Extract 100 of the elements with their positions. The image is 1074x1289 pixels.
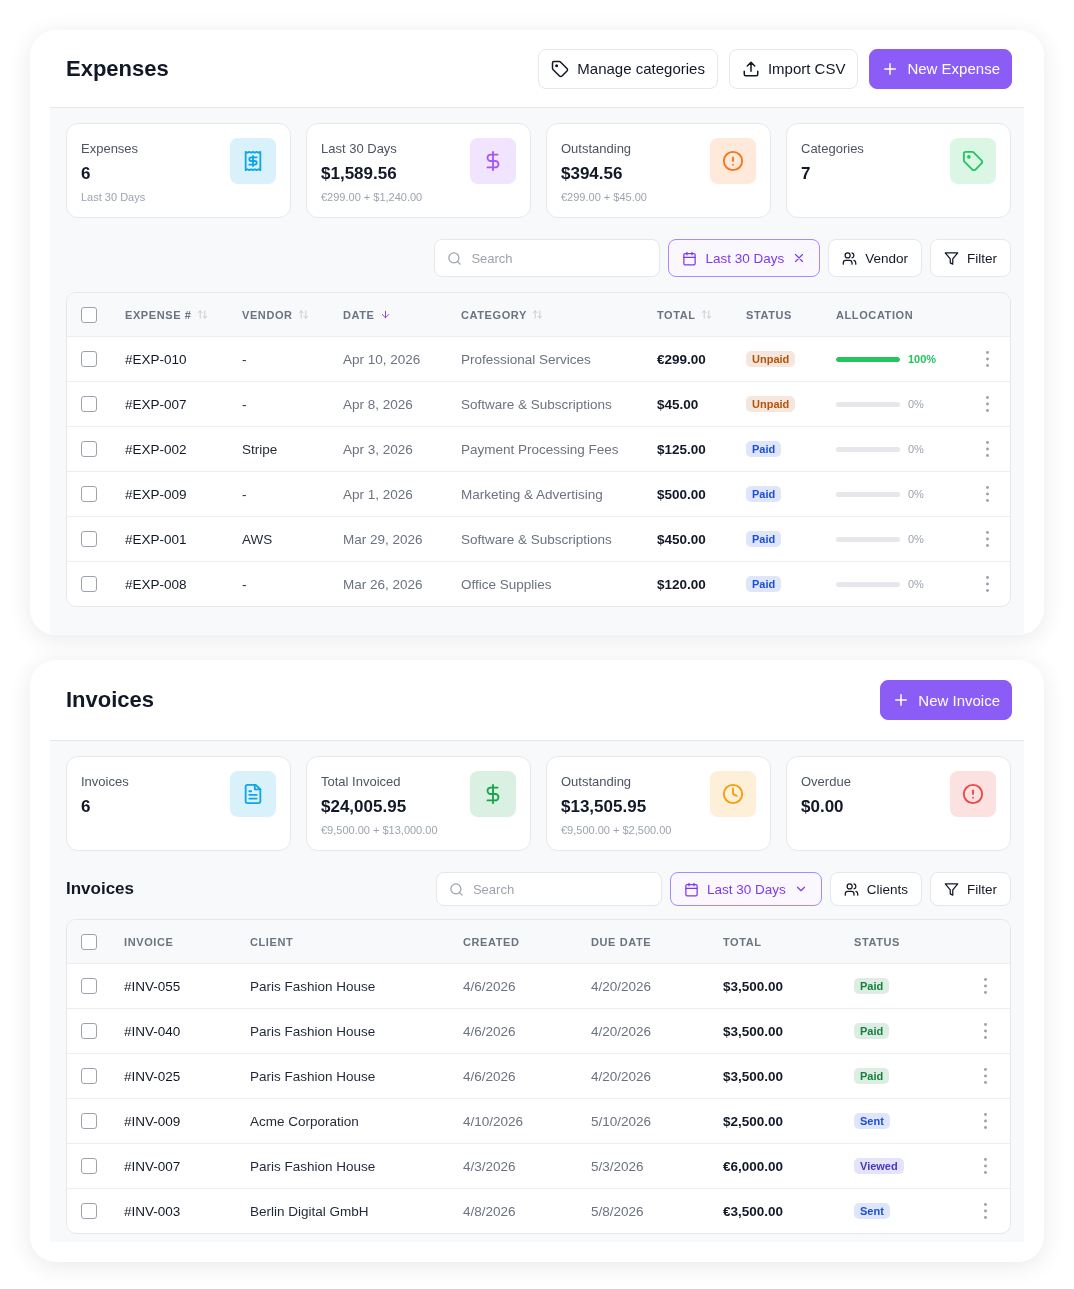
table-cell: #EXP-001 (125, 531, 187, 547)
table-cell: #EXP-002 (125, 441, 187, 457)
stat-label: Expenses (81, 141, 140, 156)
more-button[interactable] (984, 1158, 987, 1174)
primary-button[interactable]: New Expense (869, 48, 1012, 89)
more-icon (984, 978, 987, 994)
table-cell: Mar 29, 2026 (343, 531, 423, 547)
status-badge: Paid (854, 1023, 890, 1039)
table-cell: AWS (242, 531, 273, 547)
calendar-icon (683, 881, 699, 897)
checkbox[interactable] (81, 576, 97, 592)
table-cell: Payment Processing Fees (461, 441, 619, 457)
table-cell: 4/6/2026 (463, 1023, 516, 1039)
column-header: INVOICE (124, 935, 174, 948)
table-cell: Professional Services (461, 351, 591, 367)
more-button[interactable] (984, 978, 987, 994)
users-icon (842, 250, 858, 266)
checkbox[interactable] (81, 1158, 97, 1174)
checkbox[interactable] (81, 933, 97, 950)
outline-button[interactable]: Manage categories (538, 48, 718, 89)
checkbox[interactable] (81, 1113, 97, 1129)
table-cell: 4/6/2026 (463, 978, 516, 994)
column-header[interactable]: DATE (343, 308, 375, 321)
column-header[interactable]: TOTAL (657, 308, 696, 321)
column-header: STATUS (746, 308, 792, 321)
more-button[interactable] (984, 1203, 987, 1219)
stat-label: Outstanding (561, 774, 633, 789)
percent-label: 100% (908, 353, 937, 365)
table-cell: Apr 1, 2026 (343, 486, 413, 502)
table-cell: 4/20/2026 (591, 1023, 652, 1039)
filter-button[interactable]: Last 30 Days (669, 872, 822, 906)
column-header[interactable]: CATEGORY (461, 308, 527, 321)
stat-label: Categories (801, 141, 864, 156)
stat-value: $24,005.95 (321, 797, 408, 817)
filter-button[interactable]: Vendor (828, 239, 922, 277)
more-button[interactable] (984, 1113, 987, 1129)
checkbox[interactable] (81, 531, 97, 547)
page-title: Expenses (66, 55, 169, 82)
table-cell: 5/8/2026 (591, 1203, 644, 1219)
table-cell: Office Supplies (461, 576, 552, 592)
table-cell: #INV-040 (124, 1023, 181, 1039)
more-button[interactable] (985, 351, 989, 367)
table-cell: 5/10/2026 (591, 1113, 652, 1129)
column-header[interactable]: EXPENSE # (125, 308, 192, 321)
checkbox[interactable] (81, 396, 97, 412)
table-cell: #INV-003 (124, 1203, 181, 1219)
checkbox[interactable] (81, 486, 97, 502)
stat-value: 6 (81, 164, 92, 184)
checkbox[interactable] (81, 978, 97, 994)
status-badge: Paid (854, 1068, 890, 1084)
table-cell: Software & Subscriptions (461, 396, 612, 412)
more-icon (985, 396, 989, 412)
table-cell: Marketing & Advertising (461, 486, 603, 502)
checkbox[interactable] (81, 1203, 97, 1219)
more-icon (984, 1113, 987, 1129)
checkbox[interactable] (81, 351, 97, 367)
table-cell: #INV-025 (124, 1068, 181, 1084)
more-icon (985, 576, 989, 592)
checkbox[interactable] (81, 1068, 97, 1084)
more-button[interactable] (985, 486, 989, 502)
table-cell: $120.00 (657, 576, 706, 592)
more-button[interactable] (985, 396, 989, 412)
column-header: TOTAL (723, 935, 762, 948)
outline-button[interactable]: Import CSV (728, 48, 859, 89)
table-cell: Paris Fashion House (250, 978, 376, 994)
more-button[interactable] (984, 1023, 987, 1039)
percent-label: 0% (908, 533, 924, 545)
column-header[interactable]: VENDOR (242, 308, 293, 321)
checkbox[interactable] (81, 1023, 97, 1039)
table-cell: #EXP-008 (125, 576, 187, 592)
table-cell: Apr 10, 2026 (343, 351, 421, 367)
stat-note: €9,500.00 + $2,500.00 (561, 824, 672, 836)
filter-button[interactable]: Last 30 Days (668, 239, 821, 277)
table-cell: - (242, 486, 247, 502)
more-button[interactable] (985, 576, 989, 592)
table-cell: 4/6/2026 (463, 1068, 516, 1084)
primary-button[interactable]: New Invoice (880, 680, 1012, 720)
stat-label: Invoices (81, 774, 129, 789)
filter-icon (944, 881, 959, 897)
table-cell: Berlin Digital GmbH (250, 1203, 369, 1219)
search-field[interactable]: Search (435, 872, 662, 906)
more-button[interactable] (984, 1068, 987, 1084)
filter-button[interactable]: Filter (930, 239, 1011, 277)
page-title: Invoices (66, 687, 155, 713)
filter-button[interactable]: Clients (829, 872, 922, 906)
column-header: CREATED (463, 935, 520, 948)
more-button[interactable] (985, 531, 989, 547)
filter-button[interactable]: Filter (930, 872, 1011, 906)
stat-value: $13,505.95 (561, 797, 648, 817)
status-badge: Viewed (854, 1158, 904, 1174)
stat-note: €9,500.00 + $13,000.00 (321, 824, 438, 836)
search-field[interactable]: Search (434, 239, 661, 277)
checkbox[interactable] (81, 441, 97, 457)
table-cell: #EXP-009 (125, 486, 187, 502)
table-cell: Paris Fashion House (250, 1158, 376, 1174)
table-cell: 4/20/2026 (591, 978, 652, 994)
more-button[interactable] (985, 441, 989, 457)
status-badge: Unpaid (746, 351, 796, 367)
more-icon (985, 441, 989, 457)
checkbox[interactable] (81, 306, 97, 323)
